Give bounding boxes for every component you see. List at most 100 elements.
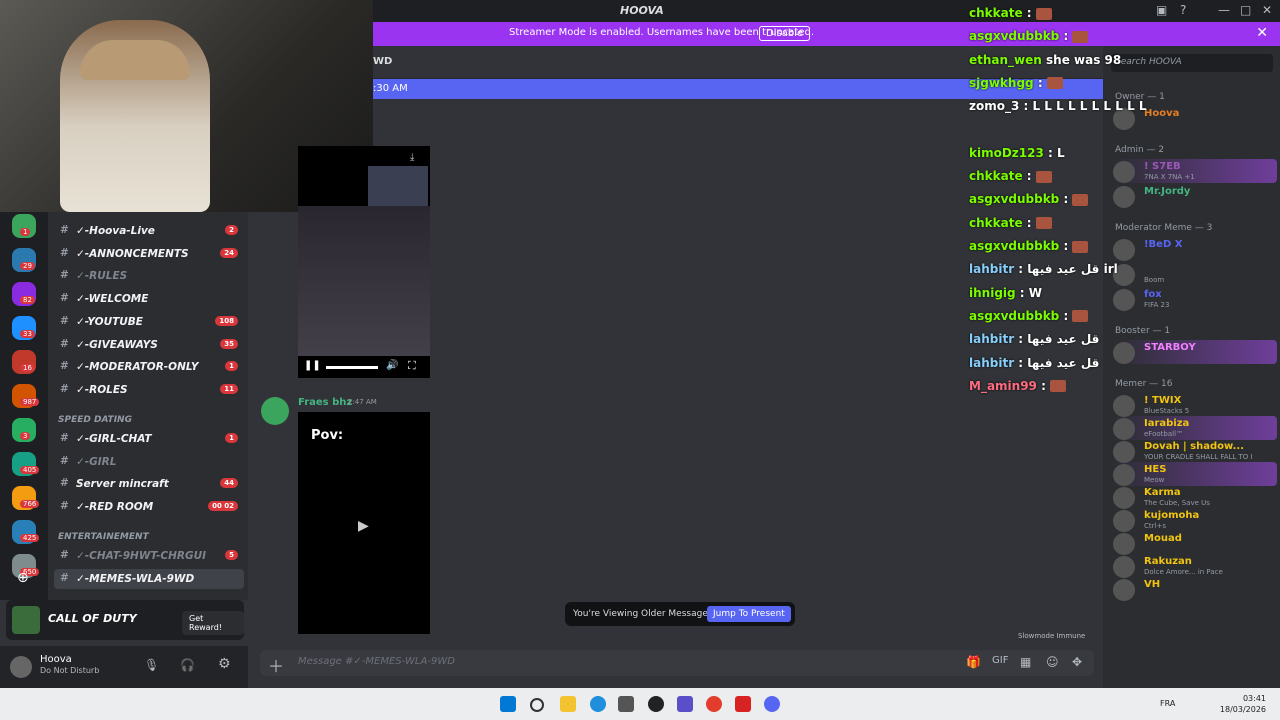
channel-item[interactable]: # ✓-GIRL-CHAT 1 [54, 429, 244, 449]
overlay-chat-line: asgxvdubbkb : [969, 309, 1089, 323]
chat-message: : قل عيد فيها irl [1014, 262, 1118, 277]
chat-message: : [1033, 75, 1047, 90]
channel-item[interactable]: # ✓-WELCOME [54, 289, 244, 309]
member-row[interactable]: fox FIFA 23 [1111, 287, 1277, 311]
channel-item[interactable]: # ✓-ROLES 11 [54, 380, 244, 400]
chrome-icon[interactable] [706, 696, 722, 712]
member-row[interactable]: VH [1111, 577, 1277, 601]
channel-item[interactable]: # ✓-MEMES-WLA-9WD [54, 568, 244, 589]
video-attachment[interactable]: Pov: ▶ [298, 412, 430, 634]
promo-card[interactable]: CALL OF DUTY Get Reward! [6, 600, 244, 640]
chat-username: chkkate [969, 215, 1023, 230]
discord-icon[interactable] [764, 696, 780, 712]
store-icon[interactable] [618, 696, 634, 712]
channel-badge: 00 02 [208, 501, 238, 512]
chat-message: : [1022, 215, 1036, 230]
channel-item[interactable]: # ✓-CHAT-9HWT-CHRGUI 5 [54, 546, 244, 566]
cap [80, 40, 190, 80]
member-row[interactable]: STARBOY [1111, 340, 1277, 364]
message-composer[interactable]: ＋ Message #✓-MEMES-WLA-9WD 🎁 GIF ▦ ☺ ✥ [260, 650, 1094, 676]
seek-bar[interactable] [326, 366, 378, 369]
download-icon[interactable]: ⤓ [410, 152, 414, 163]
chatgpt-icon[interactable] [648, 696, 664, 712]
pause-icon[interactable]: ❚❚ [304, 360, 321, 371]
edge-icon[interactable] [590, 696, 606, 712]
channel-item[interactable]: # Server mincraft 44 [54, 474, 244, 494]
gif-icon[interactable]: GIF [992, 655, 1008, 666]
server-badge: 766 [20, 500, 40, 508]
get-reward-button[interactable]: Get Reward! [182, 611, 244, 635]
start-icon[interactable] [500, 696, 516, 712]
member-row[interactable]: Dovah | shadow... YOUR CRADLE SHALL FALL … [1111, 439, 1277, 463]
play-icon[interactable]: ▶ [358, 518, 369, 534]
channel-item[interactable]: # ✓-MODERATOR-ONLY 1 [54, 357, 244, 377]
member-name: kujomoha [1144, 510, 1200, 521]
gear-icon[interactable]: ⚙ [218, 656, 231, 672]
language-indicator[interactable]: FRA [1160, 699, 1175, 708]
jump-to-present-button[interactable]: Jump To Present [707, 606, 791, 622]
channel-item[interactable]: # ✓-YOUTUBE 108 [54, 312, 244, 332]
avatar[interactable] [261, 397, 289, 425]
member-row[interactable]: Mouad [1111, 531, 1277, 555]
maximize-button[interactable]: □ [1240, 3, 1251, 17]
member-activity: eFootball™ [1144, 430, 1184, 438]
search-input[interactable]: Search HOOVA [1111, 54, 1273, 72]
category-entertainement[interactable]: ENTERTAINEMENT [58, 532, 149, 542]
member-name: Karma [1144, 487, 1181, 498]
volume-icon[interactable]: 🔊 [386, 360, 398, 371]
channel-item[interactable]: # ✓-GIRL [54, 452, 244, 472]
message-input[interactable]: Message #✓-MEMES-WLA-9WD [298, 656, 455, 667]
member-row[interactable]: Boom [1111, 262, 1277, 286]
fullscreen-icon[interactable]: ⛶ [408, 359, 416, 373]
channel-badge: 24 [220, 247, 238, 258]
avatar [1113, 289, 1135, 311]
disable-button[interactable]: Disable [759, 26, 811, 41]
emote-icon [1072, 240, 1089, 253]
channel-item[interactable]: # ✓-GIVEAWAYS 35 [54, 335, 244, 355]
apps-icon[interactable]: ✥ [1072, 655, 1082, 669]
app-icon[interactable] [677, 696, 693, 712]
mic-icon[interactable]: 🎙 [144, 658, 159, 672]
sticker-icon[interactable]: ▦ [1020, 655, 1031, 669]
gift-icon[interactable]: 🎁 [966, 655, 981, 669]
emoji-icon[interactable]: ☺ [1046, 655, 1059, 669]
member-row[interactable]: HES Meow [1111, 462, 1277, 486]
member-row[interactable]: ! TWIX BlueStacks 5 [1111, 393, 1277, 417]
headphones-icon[interactable]: 🎧 [180, 658, 195, 672]
recorder-icon[interactable] [735, 696, 751, 712]
hash-icon: # [60, 246, 69, 259]
member-row[interactable]: Iarabiza eFootball™ [1111, 416, 1277, 440]
avatar [1113, 510, 1135, 532]
clock[interactable]: 03:41 18/03/2026 [1220, 693, 1266, 715]
member-row[interactable]: Mr.Jordy [1111, 184, 1277, 208]
category-speed-dating[interactable]: SPEED DATING [58, 415, 132, 425]
member-row[interactable]: Karma The Cube, Save Us [1111, 485, 1277, 509]
member-row[interactable]: ! S7EB 7NA X 7NA +1 [1111, 159, 1277, 183]
add-server-icon[interactable]: ⊕ [17, 570, 29, 586]
channel-item[interactable]: # ✓-RED ROOM 00 02 [54, 497, 244, 517]
member-row[interactable]: Rakuzan Dolce Amore... in Pace [1111, 554, 1277, 578]
inbox-icon[interactable]: ▣ [1156, 3, 1167, 17]
channel-item[interactable]: # ✓-Hoova-Live 2 [54, 221, 244, 241]
minimize-button[interactable]: — [1218, 3, 1230, 17]
video-attachment[interactable]: ⤓ ❚❚ 🔊 ⛶ [298, 146, 430, 378]
close-button[interactable]: ✕ [1262, 3, 1272, 17]
avatar[interactable] [10, 656, 32, 678]
folder-icon[interactable] [560, 696, 576, 712]
server-badge: 33 [20, 330, 35, 338]
add-attachment-icon[interactable]: ＋ [268, 653, 284, 677]
channel-item[interactable]: # ✓-RULES [54, 266, 244, 286]
chat-username: lahbitr [969, 355, 1015, 370]
chat-message: : [1059, 29, 1073, 44]
member-row[interactable]: !BeD X [1111, 237, 1277, 261]
emote-icon [1072, 193, 1089, 206]
close-icon[interactable]: ✕ [1256, 25, 1268, 41]
channel-item[interactable]: # ✓-ANNONCEMENTS 24 [54, 244, 244, 264]
message-author[interactable]: Fraes bhz [298, 397, 352, 408]
member-row[interactable]: kujomoha Ctrl+s [1111, 508, 1277, 532]
channel-name: ✓-RULES [76, 270, 128, 283]
hash-icon: # [60, 571, 69, 584]
search-icon[interactable] [530, 698, 544, 712]
help-icon[interactable]: ? [1180, 3, 1186, 17]
avatar [1113, 464, 1135, 486]
